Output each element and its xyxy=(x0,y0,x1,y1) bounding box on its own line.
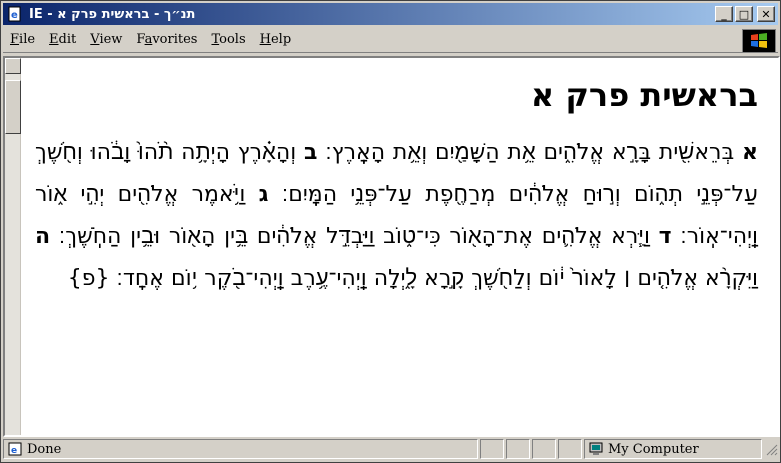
menu-file-mnemonic: F xyxy=(10,32,20,47)
status-panel-blank-1 xyxy=(480,439,504,459)
window-title: IE - תנ״ך - בראשית פרק א xyxy=(29,6,196,22)
browser-window: e IE - תנ״ך - בראשית פרק א _ □ ✕ File Ed… xyxy=(0,0,781,463)
security-zone-panel: My Computer xyxy=(584,439,762,459)
scroll-thumb[interactable] xyxy=(5,80,21,134)
chapter-text: א בְּרֵאשִׁ֖ית בָּרָ֣א אֱלֹהִ֑ים אֵ֥ת הַ… xyxy=(35,132,758,300)
verse-text: וַיַּ֧רְא אֱלֹהִ֛ים אֶת־הָא֖וֹר כִּי־ט֑ו… xyxy=(58,224,650,250)
ie-page-icon: e xyxy=(7,6,23,22)
status-panel-blank-3 xyxy=(532,439,556,459)
menu-view[interactable]: View xyxy=(83,32,129,47)
menu-bar: File Edit View Favorites Tools Help xyxy=(3,27,778,53)
menu-help[interactable]: Help xyxy=(253,32,299,47)
menu-file-label: ile xyxy=(19,32,36,47)
verse-number: ד xyxy=(658,224,672,250)
close-button[interactable]: ✕ xyxy=(757,6,775,22)
status-panel-blank-4 xyxy=(558,439,582,459)
resize-grip-icon[interactable] xyxy=(764,442,778,456)
verse-text: בְּרֵאשִׁ֖ית בָּרָ֣א אֱלֹהִ֑ים אֵ֥ת הַשָ… xyxy=(325,140,735,166)
svg-text:e: e xyxy=(11,446,17,456)
menu-tools-label: ools xyxy=(219,32,246,47)
vertical-scrollbar[interactable] xyxy=(5,58,21,435)
menu-tools-mnemonic: T xyxy=(211,32,220,47)
windows-logo-icon xyxy=(742,29,776,53)
status-text: Done xyxy=(27,441,62,457)
menu-tools[interactable]: Tools xyxy=(204,32,252,47)
page-done-icon: e xyxy=(8,442,22,456)
page-content: בראשית פרק א א בְּרֵאשִׁ֖ית בָּרָ֣א אֱלֹ… xyxy=(3,56,780,437)
menu-file[interactable]: File xyxy=(3,32,42,47)
verse-number: ג xyxy=(258,182,269,208)
menu-view-label: iew xyxy=(99,32,123,47)
minimize-button[interactable]: _ xyxy=(715,6,733,22)
chapter-document: בראשית פרק א א בְּרֵאשִׁ֖ית בָּרָ֣א אֱלֹ… xyxy=(35,76,758,300)
maximize-button[interactable]: □ xyxy=(735,6,753,22)
menu-edit-mnemonic: E xyxy=(49,32,59,47)
menu-edit[interactable]: Edit xyxy=(42,32,83,47)
status-panel: e Done xyxy=(3,439,478,459)
menu-favorites[interactable]: Favorites xyxy=(129,32,204,47)
menu-edit-label: dit xyxy=(58,32,77,47)
svg-text:e: e xyxy=(11,10,18,21)
menu-help-mnemonic: H xyxy=(259,32,271,47)
menu-favorites-prefix: F xyxy=(136,32,145,47)
verse-number: ב xyxy=(304,140,318,166)
status-bar: e Done My Computer xyxy=(3,438,778,460)
verse-number: ה xyxy=(35,224,51,250)
maximize-icon: □ xyxy=(738,7,750,21)
menu-favorites-label: vorites xyxy=(152,32,198,47)
computer-icon xyxy=(589,442,603,456)
verse-text: וַיִּקְרָ֨א אֱלֹהִ֤ים ׀ לָאוֹר֙ י֔וֹם וְ… xyxy=(67,266,758,292)
chapter-heading: בראשית פרק א xyxy=(530,76,758,114)
security-zone-text: My Computer xyxy=(608,441,699,457)
scroll-up-button[interactable] xyxy=(5,58,21,74)
title-bar[interactable]: e IE - תנ״ך - בראשית פרק א _ □ ✕ xyxy=(3,3,778,25)
status-panel-blank-2 xyxy=(506,439,530,459)
menu-help-label: elp xyxy=(270,32,292,47)
close-icon: ✕ xyxy=(761,7,771,21)
verse-number: א xyxy=(742,140,759,166)
minimize-icon: _ xyxy=(721,7,727,21)
